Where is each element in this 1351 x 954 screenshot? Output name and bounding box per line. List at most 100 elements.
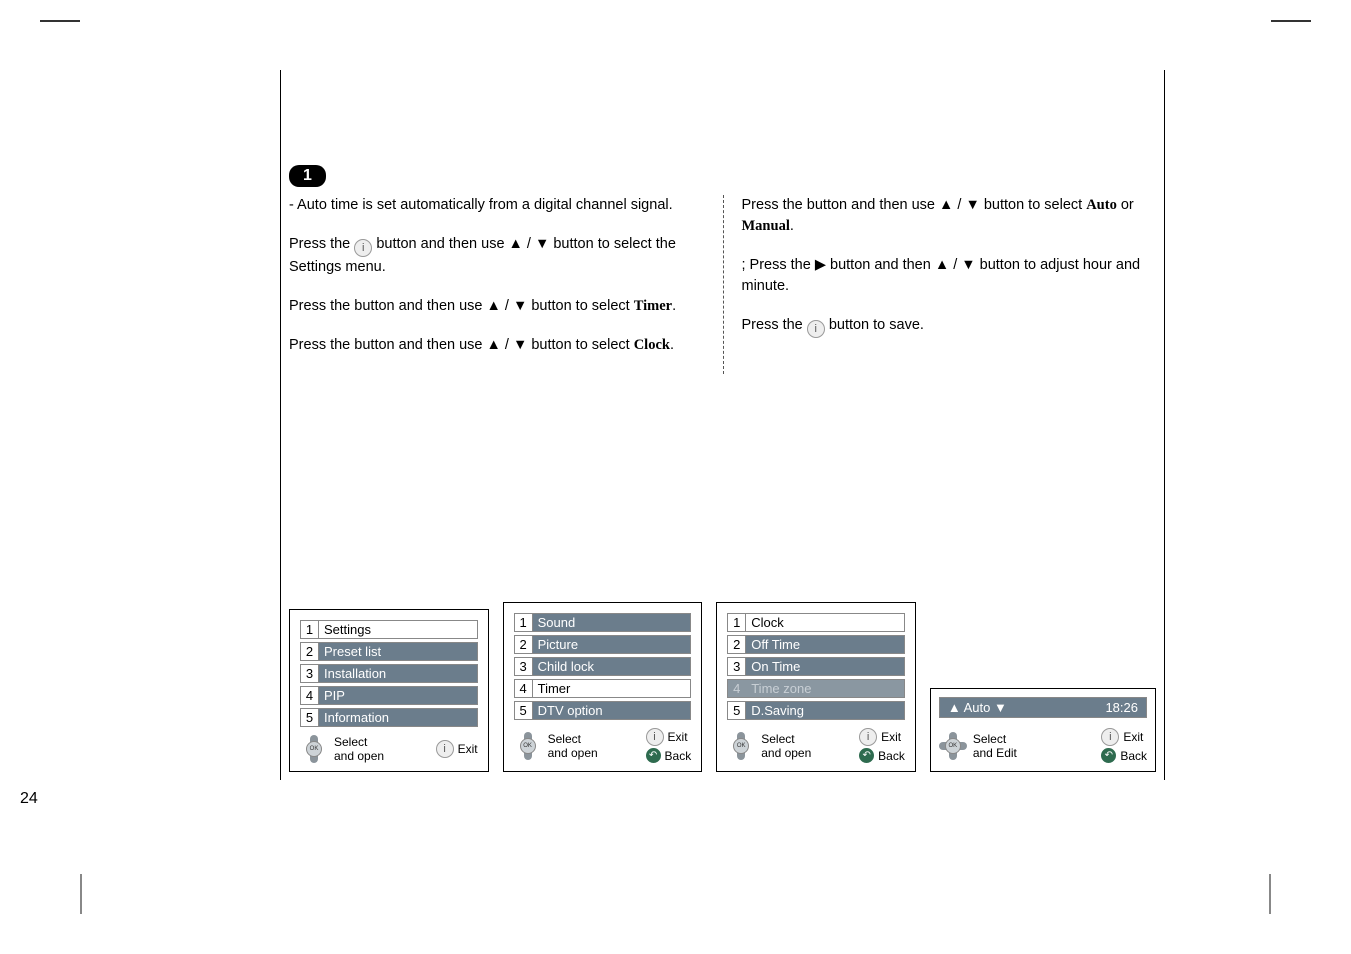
text: Press the (289, 236, 354, 252)
menu-item-number: 2 (515, 636, 533, 653)
page-number: 24 (20, 790, 38, 808)
field-label: ▲ Auto ▼ (948, 700, 1007, 715)
footer-label: and open (334, 749, 384, 763)
back-button-icon: ↶ (859, 748, 874, 763)
step-text-4: Press the button and then use ▲ / ▼ butt… (742, 195, 1157, 237)
footer-label: Select (761, 732, 811, 746)
menu-item-number: 3 (728, 658, 746, 675)
back-button-icon: ↶ (646, 748, 661, 763)
menu-item-number: 5 (301, 709, 319, 726)
menu-item-label: D.Saving (746, 702, 904, 719)
menu-item: 3Child lock (514, 657, 692, 676)
menu-item-label: On Time (746, 658, 904, 675)
menu-list: 1Settings2Preset list3Installation4PIP5I… (300, 620, 478, 727)
menu-item-number: 2 (728, 636, 746, 653)
osd-panel-clock: 1Clock2Off Time3On Time4Time zone5D.Savi… (716, 602, 916, 772)
menu-item-label: Installation (319, 665, 477, 682)
i-button-icon: i (354, 239, 372, 257)
menu-item: 3Installation (300, 664, 478, 683)
footer-label: Exit (458, 742, 478, 756)
menu-item-label: Timer (533, 680, 691, 697)
step-text-3: Press the button and then use ▲ / ▼ butt… (289, 335, 705, 356)
menu-item-number: 1 (515, 614, 533, 631)
menu-item: 4PIP (300, 686, 478, 705)
menu-footer: OK Select and open i Exit ↶ Back (727, 728, 905, 763)
step-text-2: Press the button and then use ▲ / ▼ butt… (289, 296, 705, 317)
footer-label: Exit (668, 730, 688, 744)
menu-item-label: Picture (533, 636, 691, 653)
menu-item: 2Off Time (727, 635, 905, 654)
text: Press the (742, 197, 807, 213)
i-button-icon: i (436, 740, 454, 758)
menu-list: 1Clock2Off Time3On Time4Time zone5D.Savi… (727, 613, 905, 720)
menu-item: 5DTV option (514, 701, 692, 720)
menu-item: 2Preset list (300, 642, 478, 661)
text: or (1121, 197, 1134, 213)
menu-item-number: 4 (515, 680, 533, 697)
menu-item-number: 4 (728, 680, 746, 697)
text: Press the (289, 298, 354, 314)
text: button to save. (829, 317, 924, 333)
i-button-icon: i (859, 728, 877, 746)
menu-item-number: 4 (301, 687, 319, 704)
menu-item: 5D.Saving (727, 701, 905, 720)
step-badge: 1 (289, 165, 326, 187)
menu-item-number: 1 (301, 621, 319, 638)
footer-label: Select (334, 735, 384, 749)
footer-label: Select (548, 732, 598, 746)
crop-mark (80, 874, 82, 914)
footer-label: Select (973, 732, 1017, 746)
menu-item-number: 3 (515, 658, 533, 675)
intro-text: - Auto time is set automatically from a … (289, 195, 705, 216)
menu-item: 5Information (300, 708, 478, 727)
i-button-icon: i (646, 728, 664, 746)
bold-term: Timer (634, 298, 672, 314)
footer-label: and open (548, 746, 598, 760)
osd-menu-row: 1Settings2Preset list3Installation4PIP5I… (289, 598, 1156, 772)
crop-mark (1269, 874, 1271, 914)
footer-label: and Edit (973, 746, 1017, 760)
text: button and then use ▲ / ▼ button to sele… (354, 298, 633, 314)
menu-item-number: 5 (515, 702, 533, 719)
menu-item-label: Time zone (746, 680, 904, 697)
menu-item-label: Clock (746, 614, 904, 631)
menu-item-label: DTV option (533, 702, 691, 719)
step-text-6: Press the i button to save. (742, 315, 1157, 338)
footer-label: Back (878, 749, 905, 763)
menu-item: 1Settings (300, 620, 478, 639)
menu-item: 4Timer (514, 679, 692, 698)
menu-item: 1Sound (514, 613, 692, 632)
step-text-1: Press the i button and then use ▲ / ▼ bu… (289, 234, 705, 278)
menu-item-label: Settings (319, 621, 477, 638)
crop-mark (1271, 20, 1311, 22)
field-value: 18:26 (1105, 700, 1138, 715)
menu-item: 2Picture (514, 635, 692, 654)
dpad-icon: OK (939, 732, 967, 760)
left-column: - Auto time is set automatically from a … (289, 195, 723, 374)
text: Press the (742, 317, 807, 333)
menu-item-number: 2 (301, 643, 319, 660)
menu-footer: OK Select and Edit i Exit ↶ Back (939, 728, 1147, 763)
menu-item-number: 5 (728, 702, 746, 719)
text: Press the (289, 337, 354, 353)
menu-item-number: 3 (301, 665, 319, 682)
step-text-5: ; Press the ▶ button and then ▲ / ▼ butt… (742, 255, 1157, 297)
dpad-icon: OK (514, 732, 542, 760)
footer-label: and open (761, 746, 811, 760)
osd-panel-settings: 1Settings2Preset list3Installation4PIP5I… (289, 609, 489, 772)
footer-label: Exit (881, 730, 901, 744)
i-button-icon: i (807, 320, 825, 338)
menu-item-number: 1 (728, 614, 746, 631)
back-button-icon: ↶ (1101, 748, 1116, 763)
footer-label: Back (1120, 749, 1147, 763)
menu-item: 4Time zone (727, 679, 905, 698)
menu-item-label: Preset list (319, 643, 477, 660)
menu-item: 1Clock (727, 613, 905, 632)
menu-footer: OK Select and open i Exit ↶ Back (514, 728, 692, 763)
menu-item-label: Information (319, 709, 477, 726)
text: button and then use ▲ / ▼ button to sele… (807, 197, 1086, 213)
text: button and then use ▲ / ▼ button to sele… (354, 337, 633, 353)
osd-panel-timer: 1Sound2Picture3Child lock4Timer5DTV opti… (503, 602, 703, 772)
osd-panel-clock-edit: ▲ Auto ▼ 18:26 OK Select and Edit i Exit… (930, 688, 1156, 772)
content-columns: - Auto time is set automatically from a … (289, 195, 1156, 374)
